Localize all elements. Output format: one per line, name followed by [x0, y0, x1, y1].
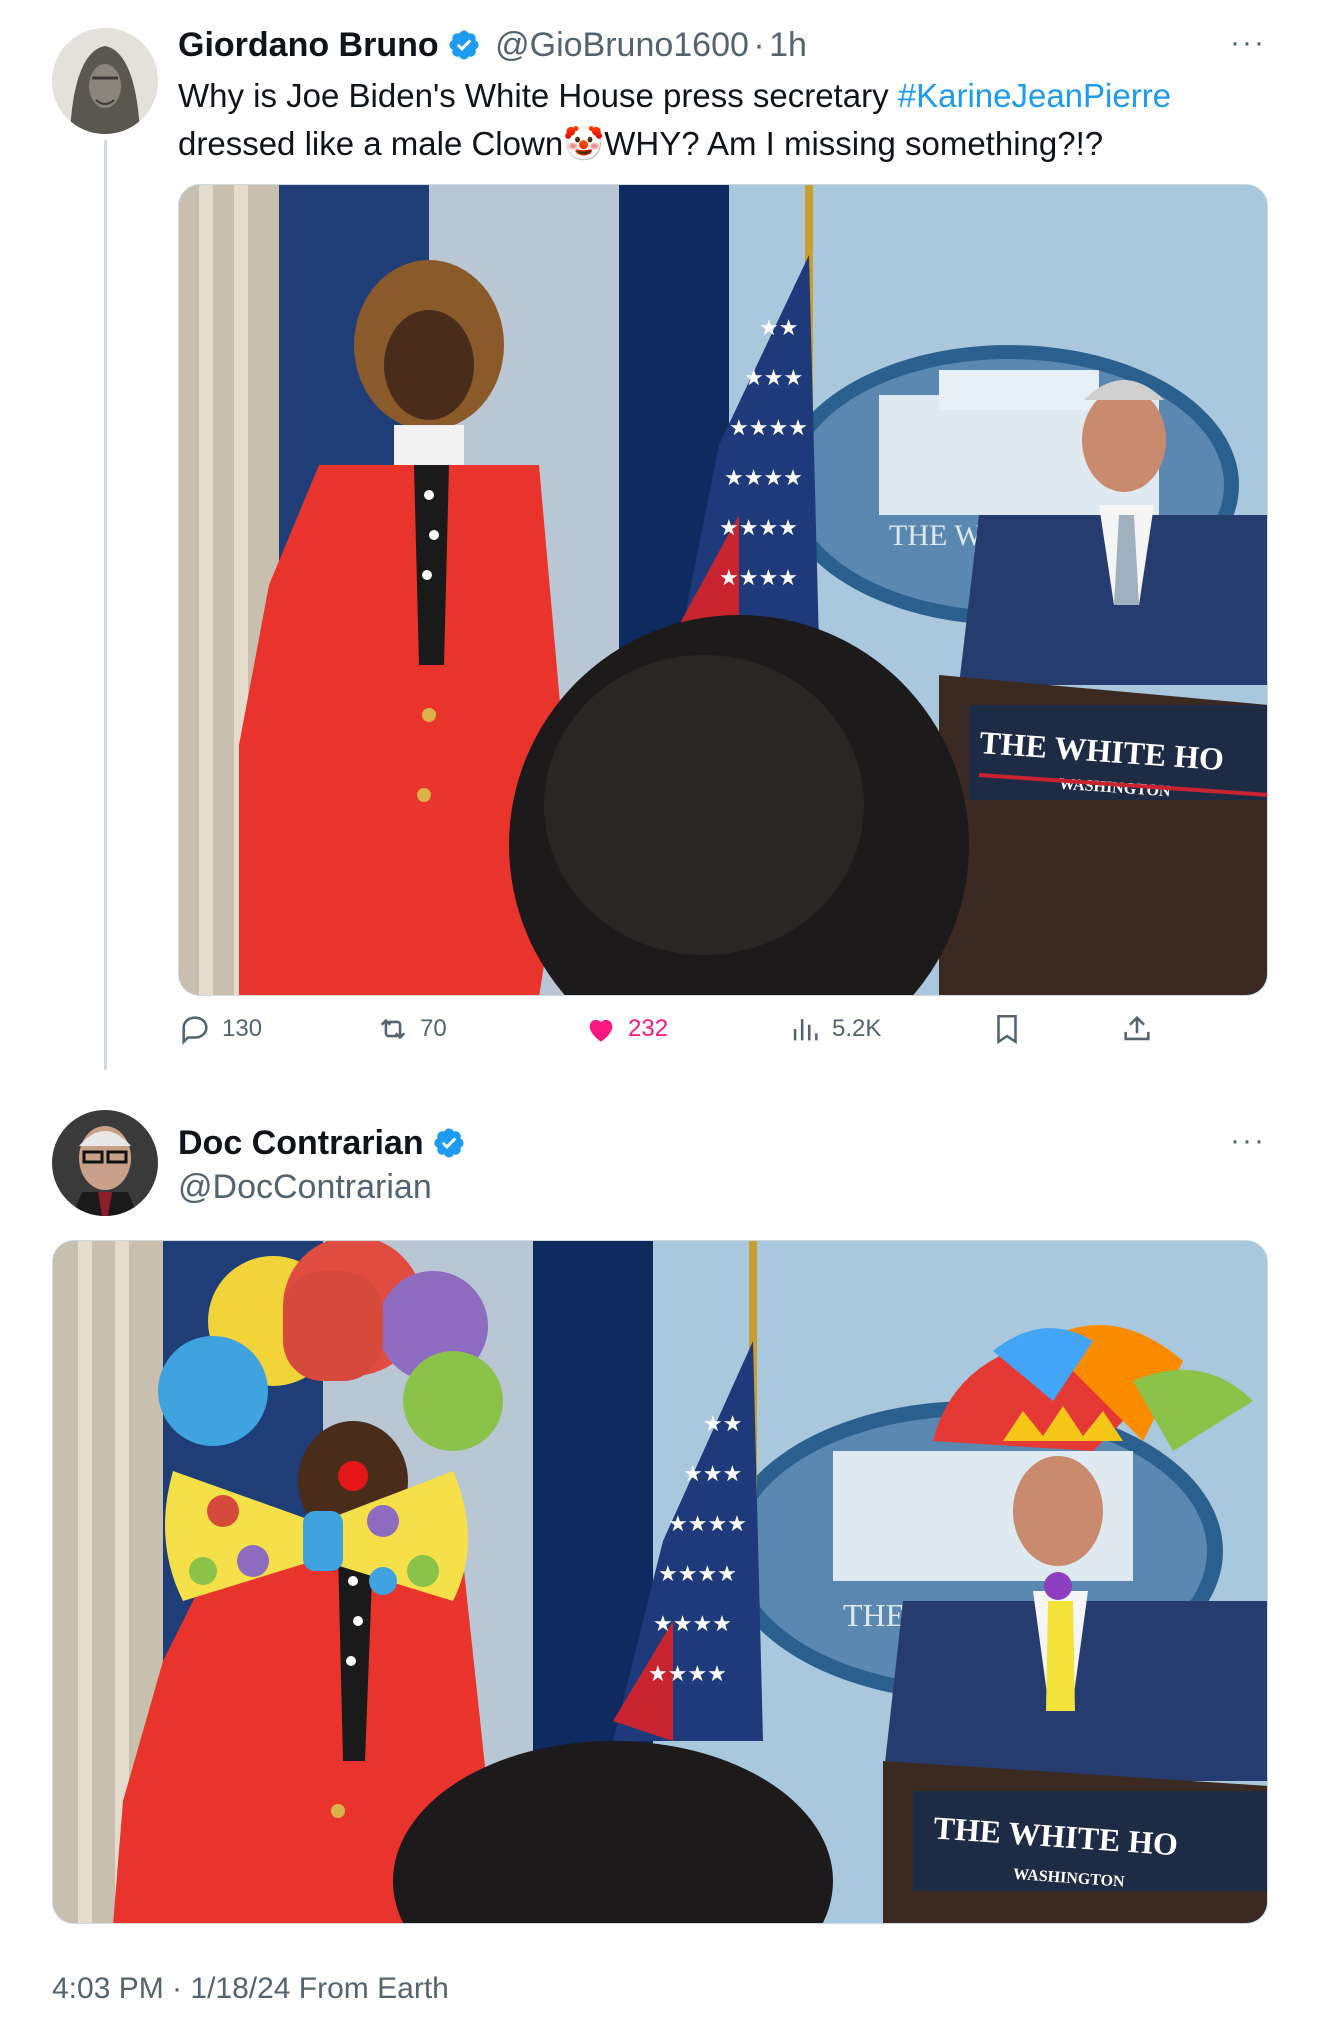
more-icon[interactable]: ···	[1230, 26, 1266, 60]
svg-text:★★: ★★	[703, 1412, 742, 1437]
tweet2-photo[interactable]: THE W ★★ ★★★ ★★★★ ★★★★ ★★★★ ★★★★ THE WHI…	[52, 1240, 1268, 1924]
tweet1-time[interactable]: 1h	[769, 26, 807, 64]
bookmark-button[interactable]	[990, 1012, 1024, 1046]
tweet1-text: Why is Joe Biden's White House press sec…	[178, 72, 1278, 168]
avatar-doc-contrarian[interactable]	[52, 1110, 158, 1216]
like-count: 232	[628, 1015, 669, 1042]
views-icon	[793, 1019, 818, 1041]
repost-count: 70	[420, 1015, 447, 1042]
svg-text:★★★★: ★★★★	[724, 466, 803, 491]
heart-icon	[589, 1019, 613, 1042]
svg-text:★★★★: ★★★★	[658, 1562, 737, 1587]
share-button[interactable]	[1120, 1012, 1154, 1046]
share-icon	[1124, 1015, 1150, 1041]
svg-text:★★: ★★	[759, 316, 798, 341]
avatar-giordano-bruno[interactable]	[52, 28, 158, 134]
repost-button[interactable]: 70	[376, 1012, 447, 1046]
tweet1-author-name[interactable]: Giordano Bruno	[178, 26, 439, 64]
svg-text:★★★★: ★★★★	[729, 416, 808, 441]
tweet2-timestamp[interactable]: 4:03 PM · 1/18/24 From Earth	[52, 1972, 449, 2006]
tweet2-handle[interactable]: @DocContrarian	[178, 1168, 432, 1207]
svg-text:★★★★: ★★★★	[648, 1662, 727, 1687]
tweet2-author-name[interactable]: Doc Contrarian	[178, 1124, 424, 1162]
bookmark-icon	[997, 1014, 1017, 1045]
reply-count: 130	[222, 1015, 263, 1042]
tweet1-action-bar: 130 70 232 5.2K	[178, 1012, 1178, 1056]
repost-icon	[380, 1018, 406, 1040]
reply-icon	[182, 1016, 208, 1045]
tweet1-handle[interactable]: @GioBruno1600	[495, 26, 749, 64]
views-button[interactable]: 5.2K	[788, 1012, 881, 1046]
tweet2-header: Doc Contrarian	[178, 1124, 466, 1163]
tweet1-text-end: WHY? Am I missing something?!?	[604, 125, 1104, 162]
tweet1-text-middle: dressed like a male Clown	[178, 125, 564, 162]
svg-text:★★★: ★★★	[744, 366, 803, 391]
svg-text:★★★★: ★★★★	[653, 1612, 732, 1637]
svg-text:★★★★: ★★★★	[719, 516, 798, 541]
more-icon[interactable]: ···	[1230, 1124, 1266, 1158]
verified-badge-icon	[447, 28, 481, 62]
clown-emoji-icon: 🤡	[563, 125, 605, 162]
svg-text:★★★: ★★★	[683, 1462, 742, 1487]
tweet1-text-start: Why is Joe Biden's White House press sec…	[178, 77, 898, 114]
tweet1-header: Giordano Bruno @GioBruno1600 · 1h	[178, 26, 807, 65]
reply-button[interactable]: 130	[178, 1012, 262, 1046]
svg-text:★★★★: ★★★★	[719, 566, 798, 591]
views-count: 5.2K	[832, 1015, 882, 1042]
svg-text:★★★★: ★★★★	[668, 1512, 747, 1537]
like-button[interactable]: 232	[584, 1012, 668, 1046]
thread-connector-line	[104, 140, 107, 1070]
verified-badge-icon	[432, 1126, 466, 1160]
tweet1-separator: ·	[753, 26, 765, 64]
tweet1-photo[interactable]: THE WH ★★ ★★★ ★★★★ ★★★★ ★★★★ ★★★★ THE WHITE …	[178, 184, 1268, 996]
hashtag-link[interactable]: #KarineJeanPierre	[898, 77, 1171, 114]
